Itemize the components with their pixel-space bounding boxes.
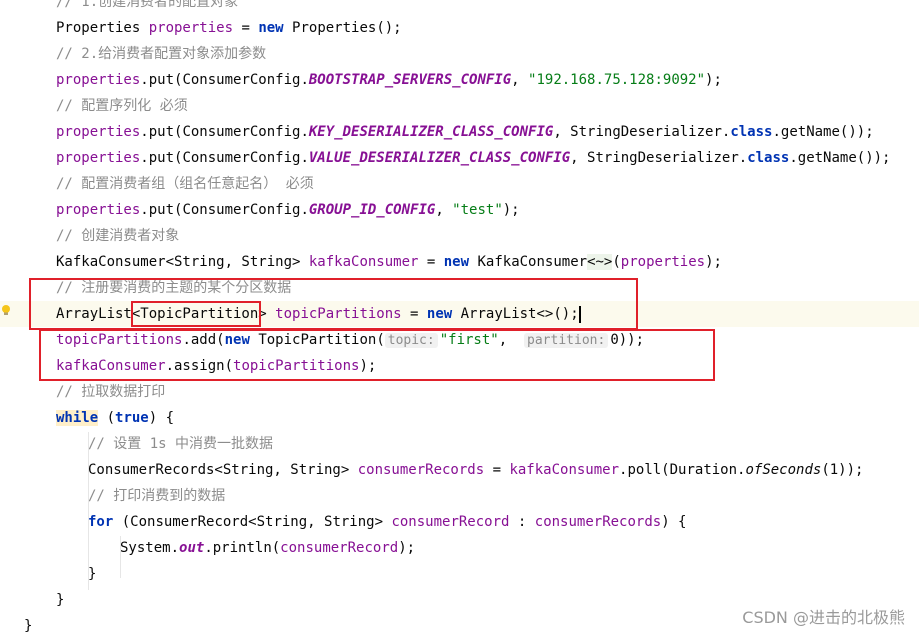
code-token: <~>	[587, 254, 613, 270]
code-line[interactable]: while (true) {	[0, 405, 919, 431]
code-token: consumerRecords	[534, 514, 662, 530]
code-token: kafkaConsumer	[509, 462, 620, 478]
code-token: kafkaConsumer	[308, 254, 419, 270]
annotation-box-typename	[131, 301, 261, 327]
code-token: consumerRecord	[280, 540, 399, 556]
lightbulb-icon[interactable]	[0, 304, 12, 316]
code-line[interactable]: // 配置序列化 必须	[0, 93, 919, 119]
code-token: (1));	[821, 462, 864, 478]
code-line[interactable]: System.out.println(consumerRecord);	[0, 535, 919, 561]
code-token: .poll(Duration.	[619, 462, 746, 478]
code-token: :	[509, 514, 535, 530]
code-token: ConsumerRecords<String, String>	[88, 462, 358, 478]
code-token: ofSeconds	[745, 462, 822, 478]
code-line[interactable]: properties.put(ConsumerConfig.VALUE_DESE…	[0, 145, 919, 171]
indent-guide	[120, 536, 121, 578]
code-token: Properties	[56, 20, 149, 36]
annotation-box-assign	[39, 329, 715, 381]
code-token: );	[705, 72, 722, 88]
code-token: .put(ConsumerConfig.	[140, 72, 309, 88]
code-token: while	[56, 410, 99, 426]
code-token: ) {	[148, 410, 175, 426]
code-line[interactable]: // 拉取数据打印	[0, 379, 919, 405]
code-token: =	[484, 462, 510, 478]
code-line[interactable]: KafkaConsumer<String, String> kafkaConsu…	[0, 249, 919, 275]
code-token: for	[88, 514, 114, 530]
code-token: );	[398, 540, 416, 556]
code-line[interactable]: Properties properties = new Properties()…	[0, 15, 919, 41]
code-token: }	[88, 566, 97, 582]
code-line[interactable]: // 1.创建消费者的配置对象	[0, 0, 919, 15]
code-token: .getName());	[789, 150, 891, 166]
code-line[interactable]: properties.put(ConsumerConfig.GROUP_ID_C…	[0, 197, 919, 223]
code-token: // 设置 1s 中消费一批数据	[88, 436, 274, 452]
code-line[interactable]: ConsumerRecords<String, String> consumer…	[0, 457, 919, 483]
code-token: =	[418, 254, 444, 270]
code-token: properties	[620, 254, 706, 270]
code-token: // 1.创建消费者的配置对象	[56, 0, 239, 10]
code-token: class	[747, 150, 790, 166]
code-token: , StringDeserializer.	[570, 150, 748, 166]
code-token: // 配置序列化 必须	[56, 98, 188, 114]
code-token: consumerRecords	[357, 462, 485, 478]
code-token: .put(ConsumerConfig.	[140, 202, 309, 218]
code-line[interactable]: // 2.给消费者配置对象添加参数	[0, 41, 919, 67]
indent-guide	[88, 432, 89, 590]
code-line[interactable]: // 打印消费到的数据	[0, 483, 919, 509]
code-token: KafkaConsumer<String, String>	[56, 254, 309, 270]
code-token: , StringDeserializer.	[553, 124, 731, 140]
code-token: BOOTSTRAP_SERVERS_CONFIG	[308, 72, 512, 88]
code-token: true	[115, 410, 149, 426]
annotation-box-declaration	[29, 278, 638, 330]
code-token: (	[612, 254, 621, 270]
code-token: new	[258, 20, 284, 36]
code-token: properties	[56, 124, 141, 140]
code-token: properties	[56, 150, 141, 166]
code-token: // 创建消费者对象	[56, 228, 180, 244]
code-token: // 打印消费到的数据	[88, 488, 226, 504]
code-token: );	[705, 254, 722, 270]
code-token: // 配置消费者组（组名任意起名） 必须	[56, 176, 314, 192]
code-token: (ConsumerRecord<String, String>	[113, 514, 392, 530]
code-token: class	[730, 124, 773, 140]
code-line[interactable]: properties.put(ConsumerConfig.BOOTSTRAP_…	[0, 67, 919, 93]
code-token: }	[56, 592, 65, 608]
code-token: =	[233, 20, 259, 36]
code-token: .put(ConsumerConfig.	[140, 150, 309, 166]
code-token: (	[98, 410, 116, 426]
code-token: KafkaConsumer	[469, 254, 588, 270]
code-line[interactable]: properties.put(ConsumerConfig.KEY_DESERI…	[0, 119, 919, 145]
code-token: VALUE_DESERIALIZER_CLASS_CONFIG	[308, 150, 571, 166]
code-token: // 拉取数据打印	[56, 384, 166, 400]
code-token: "192.168.75.128:9092"	[528, 72, 706, 88]
code-token: );	[502, 202, 520, 218]
code-token: properties	[148, 20, 234, 36]
code-token: properties	[56, 72, 141, 88]
code-token: }	[24, 618, 33, 634]
code-token: out	[179, 540, 205, 556]
code-token: .put(ConsumerConfig.	[140, 124, 309, 140]
code-token: "test"	[452, 202, 503, 218]
code-token: GROUP_ID_CONFIG	[308, 202, 436, 218]
code-line[interactable]: }	[0, 561, 919, 587]
watermark: CSDN @进击的北极熊	[742, 608, 905, 627]
code-token: ,	[511, 72, 529, 88]
code-token: consumerRecord	[391, 514, 510, 530]
code-token: .println(	[204, 540, 281, 556]
code-token: ,	[435, 202, 453, 218]
code-line[interactable]: // 配置消费者组（组名任意起名） 必须	[0, 171, 919, 197]
code-token: properties	[56, 202, 141, 218]
code-token: // 2.给消费者配置对象添加参数	[56, 46, 267, 62]
code-line[interactable]: for (ConsumerRecord<String, String> cons…	[0, 509, 919, 535]
code-token: new	[443, 254, 470, 270]
code-line[interactable]: // 设置 1s 中消费一批数据	[0, 431, 919, 457]
code-token: Properties();	[283, 20, 402, 36]
code-line[interactable]: // 创建消费者对象	[0, 223, 919, 249]
code-token: System.	[120, 540, 180, 556]
code-token: ) {	[661, 514, 687, 530]
code-token: KEY_DESERIALIZER_CLASS_CONFIG	[308, 124, 554, 140]
code-token: .getName());	[772, 124, 874, 140]
